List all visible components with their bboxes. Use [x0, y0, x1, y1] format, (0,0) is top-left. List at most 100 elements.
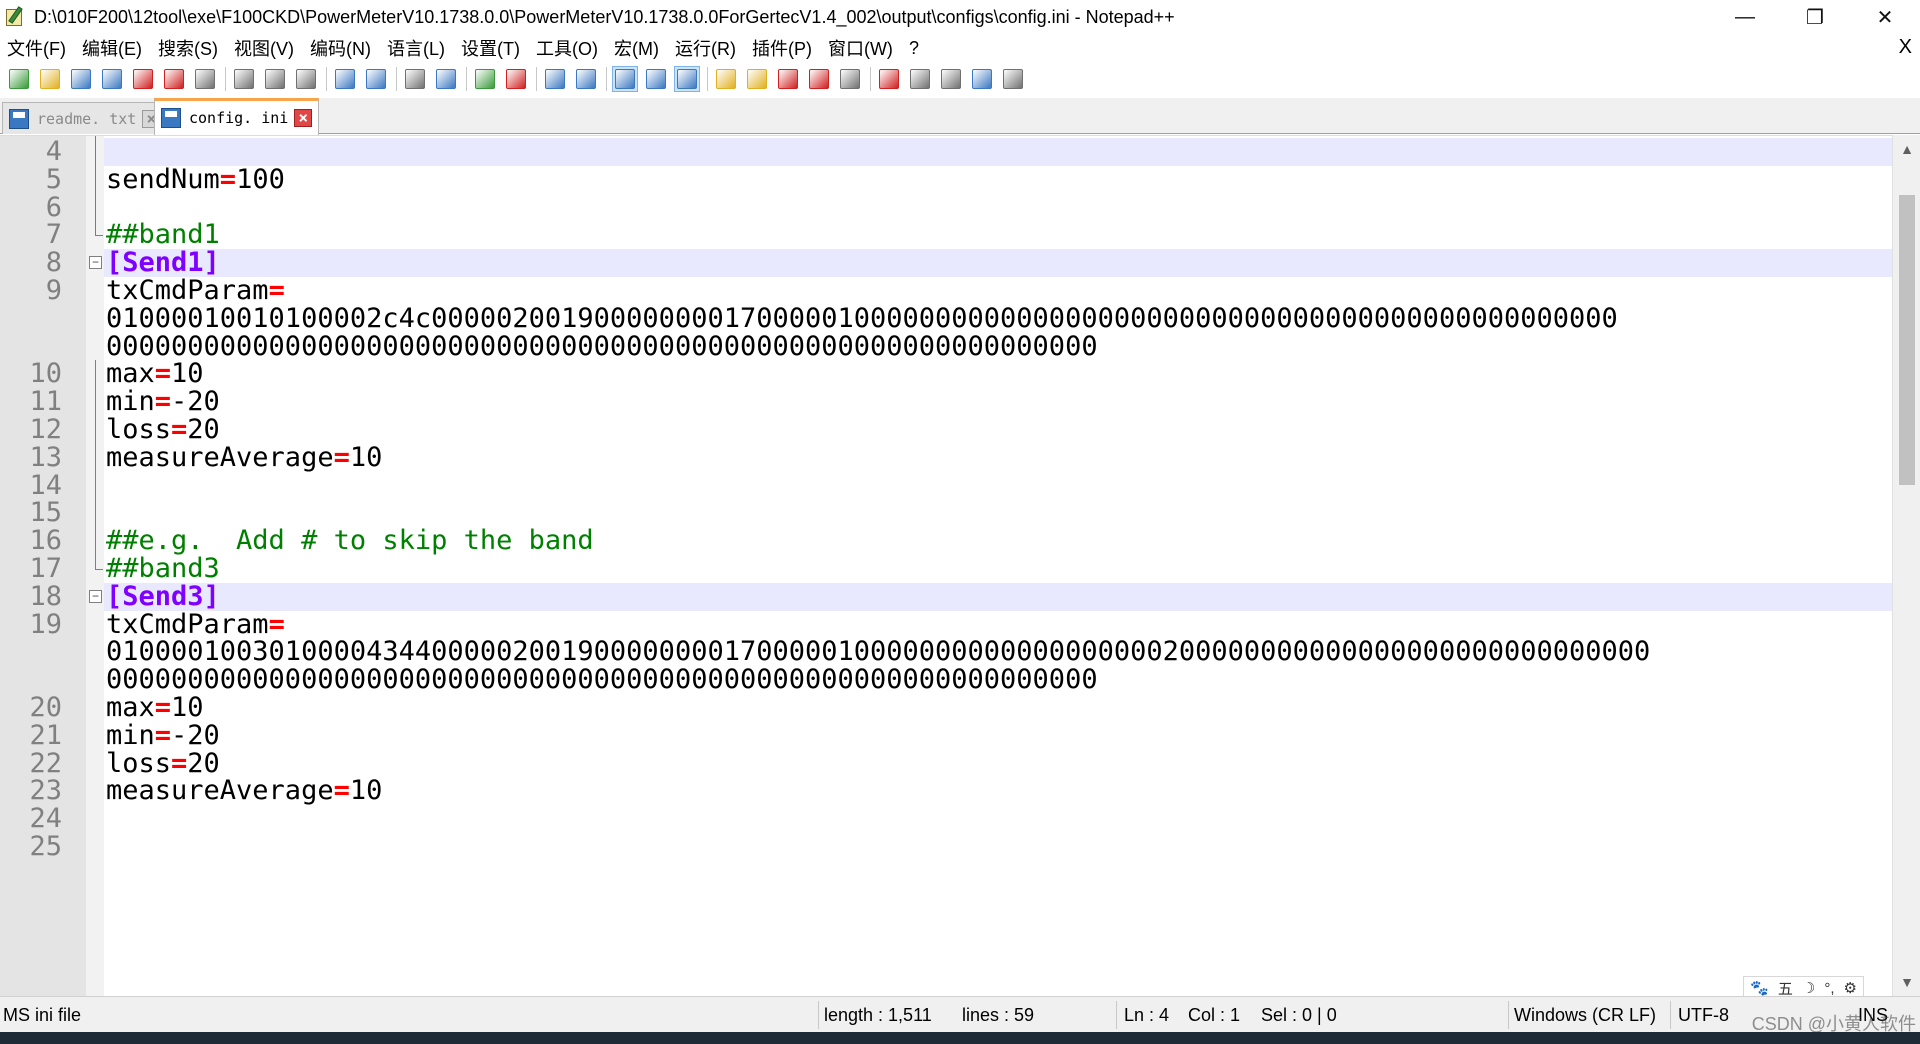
menu-macro[interactable]: 宏(M) [607, 35, 668, 61]
scroll-up-icon[interactable]: ▲ [1893, 135, 1920, 163]
new-file-button[interactable] [6, 66, 32, 92]
ime-gear-icon[interactable]: ⚙ [1844, 979, 1857, 997]
fold-toggle-icon[interactable]: − [89, 256, 102, 270]
zoom-out-button[interactable] [503, 66, 529, 92]
play-macro-button[interactable] [938, 66, 964, 92]
open-file-button[interactable] [37, 66, 63, 92]
token-key: loss [106, 414, 172, 445]
tab-config[interactable]: config. ini × [154, 98, 320, 135]
menu-encoding[interactable]: 编码(N) [303, 35, 380, 61]
code-line[interactable]: ##e.g. Add # to skip the band [104, 527, 1892, 555]
code-line[interactable] [104, 194, 1892, 222]
token-eq: = [268, 275, 285, 306]
code-line[interactable]: measureAverage=10 [104, 443, 1892, 472]
code-line[interactable]: 0000000000000000000000000000000000000000… [104, 332, 1892, 361]
code-line[interactable] [104, 833, 1892, 861]
stop-macro-button[interactable] [907, 66, 933, 92]
udl-button[interactable] [713, 66, 739, 92]
code-line[interactable]: loss=20 [104, 416, 1892, 444]
scroll-down-icon[interactable]: ▼ [1893, 968, 1920, 996]
code-line[interactable]: min=-20 [104, 388, 1892, 416]
record-macro-button[interactable] [876, 66, 902, 92]
monitoring-button[interactable] [837, 66, 863, 92]
indent-guide-icon [677, 69, 697, 89]
ime-moon-icon[interactable]: ☽ [1802, 979, 1815, 997]
fold-toggle-icon[interactable]: − [89, 589, 102, 603]
function-list-button[interactable] [775, 66, 801, 92]
save-button[interactable] [68, 66, 94, 92]
code-line[interactable]: ##band3 [104, 555, 1892, 583]
folder-workspace-button[interactable] [806, 66, 832, 92]
scrollbar-thumb[interactable] [1899, 195, 1915, 485]
menu-edit[interactable]: 编辑(E) [75, 35, 151, 61]
editor-area[interactable]: 4 5 6 7 8 9 10 11 12 13 14 15 16 17 18 19 20 21 22 23 24 25 −… [0, 135, 1892, 996]
code-line[interactable]: ##band1 [104, 221, 1892, 249]
menu-file[interactable]: 文件(F) [0, 35, 75, 61]
tab-bar: readme. txt × config. ini × [0, 98, 1920, 135]
menu-window[interactable]: 窗口(W) [821, 35, 902, 61]
code-line[interactable]: txCmdParam= [104, 277, 1892, 305]
code-line[interactable]: [Send3] [104, 582, 1892, 611]
close-document-button[interactable]: X [1899, 36, 1912, 59]
tab-close-icon[interactable]: × [294, 109, 313, 127]
menu-plugins[interactable]: 插件(P) [745, 35, 821, 61]
code-line[interactable]: min=-20 [104, 719, 1892, 751]
zoom-in-icon [475, 69, 495, 89]
code-line[interactable] [104, 805, 1892, 833]
code-line[interactable]: max=10 [104, 694, 1892, 722]
show-all-chars-button[interactable] [643, 66, 669, 92]
undo-button[interactable] [332, 66, 358, 92]
minimize-button[interactable]: — [1710, 0, 1780, 34]
menu-tools[interactable]: 工具(O) [529, 35, 607, 61]
code-line[interactable] [104, 138, 1892, 166]
run-macro-multiple-button[interactable] [969, 66, 995, 92]
menu-settings[interactable]: 设置(T) [454, 35, 529, 61]
token-eq: = [154, 719, 172, 751]
code-line[interactable]: [Send1] [104, 249, 1892, 277]
tab-readme[interactable]: readme. txt × [2, 102, 168, 134]
token-key: loss [106, 747, 172, 779]
print-button[interactable] [192, 66, 218, 92]
status-encoding[interactable]: UTF-8 [1678, 997, 1729, 1033]
menu-language[interactable]: 语言(L) [380, 35, 454, 61]
ime-punct-icon[interactable]: °, [1824, 980, 1834, 997]
code-line[interactable]: 0100001003010000434400000200190000000017… [104, 638, 1892, 666]
zoom-in-button[interactable] [472, 66, 498, 92]
status-eol[interactable]: Windows (CR LF) [1514, 997, 1656, 1033]
close-button[interactable] [130, 66, 156, 92]
code-line[interactable] [104, 472, 1892, 500]
close-window-button[interactable]: ✕ [1850, 0, 1920, 34]
find-button[interactable] [402, 66, 428, 92]
code-line[interactable]: measureAverage=10 [104, 777, 1892, 805]
indent-guide-button[interactable] [674, 66, 700, 92]
code-line[interactable]: sendNum=100 [104, 165, 1892, 194]
menu-run[interactable]: 运行(R) [668, 35, 745, 61]
sync-horizontal-button[interactable] [573, 66, 599, 92]
ime-paw-icon[interactable]: 🐾 [1750, 979, 1769, 997]
redo-button[interactable] [363, 66, 389, 92]
title-bar: D:\010F200\12tool\exe\F100CKD\PowerMeter… [0, 0, 1920, 34]
menu-help[interactable]: ? [902, 38, 928, 59]
code-line[interactable]: 0000000000000000000000000000000000000000… [104, 666, 1892, 694]
restore-button[interactable]: ❐ [1780, 0, 1850, 34]
sync-vertical-button[interactable] [542, 66, 568, 92]
code-line[interactable]: max=10 [104, 360, 1892, 388]
code-line[interactable]: 01000010010100002c4c00000200190000000017… [104, 304, 1892, 333]
text-content[interactable]: sendNum=100 ##band1 [Send1] txCmdParam= 0100… [104, 136, 1892, 996]
status-length: length : 1,511 [824, 1005, 932, 1025]
code-line[interactable] [104, 499, 1892, 527]
menu-view[interactable]: 视图(V) [227, 35, 303, 61]
save-macro-button[interactable] [1000, 66, 1026, 92]
menu-search[interactable]: 搜索(S) [151, 35, 227, 61]
word-wrap-button[interactable] [612, 66, 638, 92]
replace-button[interactable] [433, 66, 459, 92]
code-line[interactable]: loss=20 [104, 747, 1892, 779]
vertical-scrollbar[interactable]: ▲ ▼ [1892, 135, 1920, 996]
copy-button[interactable] [262, 66, 288, 92]
paste-button[interactable] [293, 66, 319, 92]
save-all-button[interactable] [99, 66, 125, 92]
doc-map-button[interactable] [744, 66, 770, 92]
code-line[interactable]: txCmdParam= [104, 610, 1892, 639]
close-all-button[interactable] [161, 66, 187, 92]
cut-button[interactable] [231, 66, 257, 92]
